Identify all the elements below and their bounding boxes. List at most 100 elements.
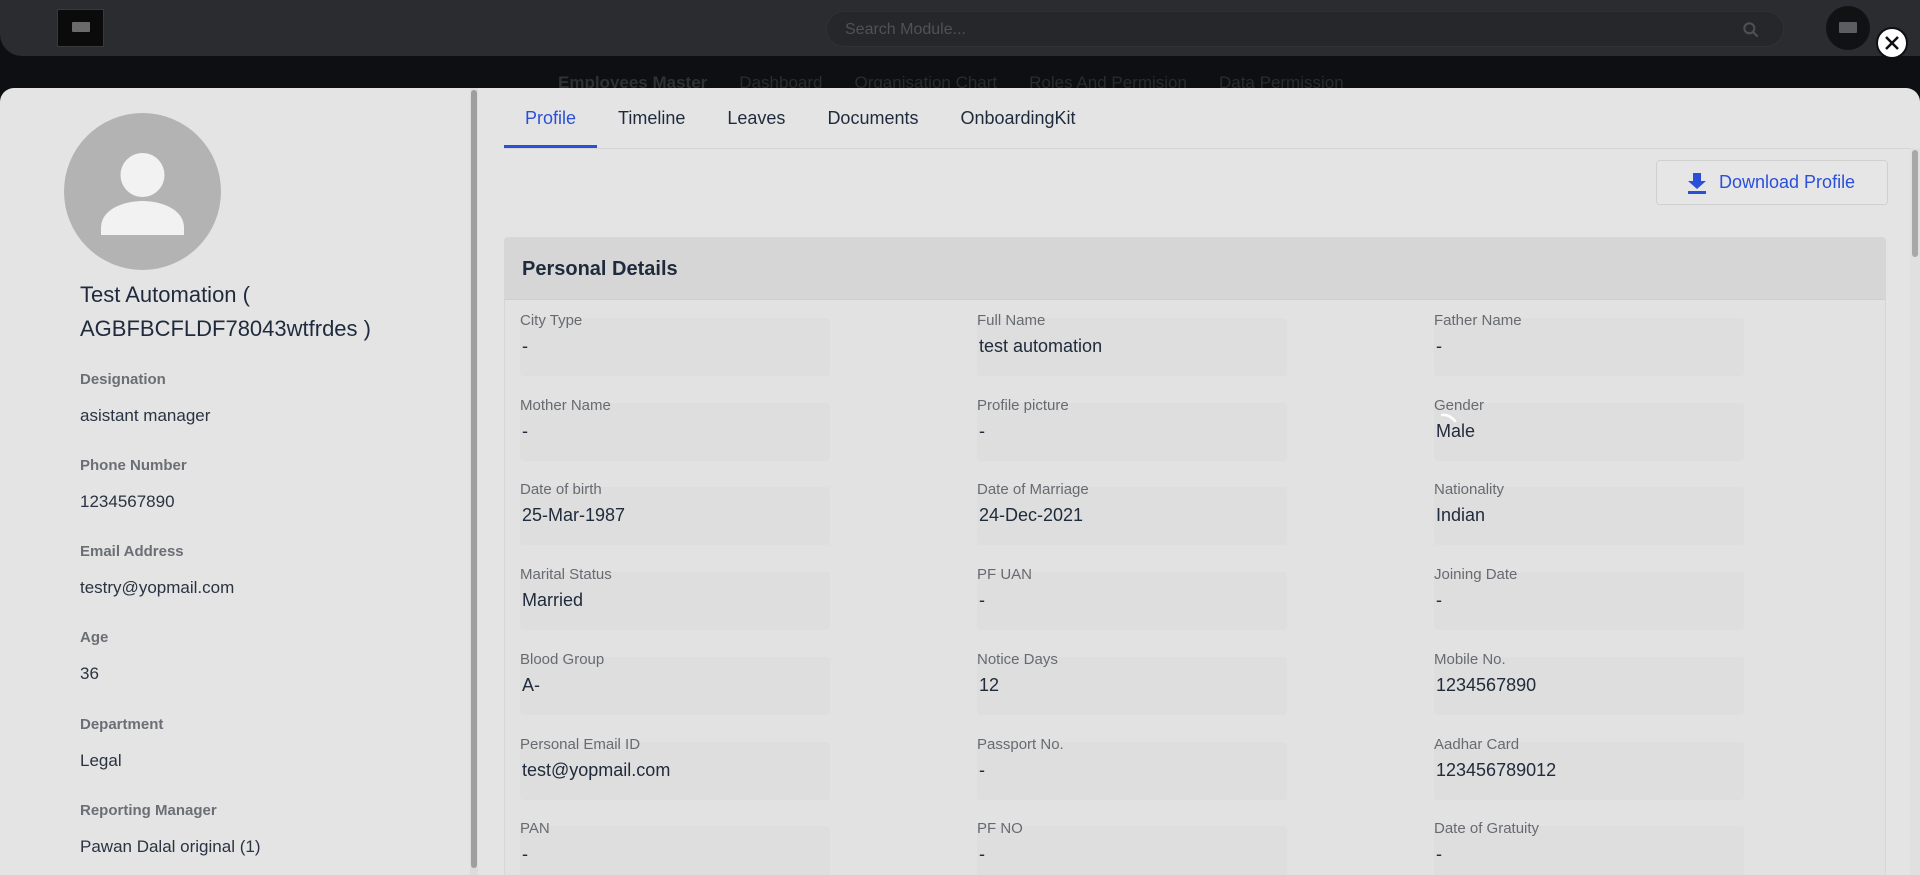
field-profile-picture-label: Profile picture (977, 397, 1069, 414)
field-notice-days: Notice Days 12 (977, 651, 1287, 715)
tabs-divider (504, 148, 1920, 149)
tab-timeline[interactable]: Timeline (597, 88, 706, 148)
email-field: Email Address testry@yopmail.com (80, 543, 234, 598)
field-nationality-label: Nationality (1434, 481, 1505, 498)
field-passport-no-label: Passport No. (977, 736, 1064, 753)
field-date-of-birth-label: Date of birth (520, 481, 602, 498)
field-mother-name-value: - (522, 421, 528, 441)
reporting-manager-field: Reporting Manager Pawan Dalal original (… (80, 802, 260, 857)
department-value: Legal (80, 751, 122, 770)
field-full-name-value: test automation (979, 336, 1103, 356)
field-full-name: Full Name test automation (977, 312, 1287, 376)
app-header (0, 0, 1920, 56)
search-bar[interactable] (826, 11, 1784, 47)
field-joining-date: Joining Date - (1434, 566, 1744, 630)
profile-content-panel: Profile Timeline Leaves Documents Onboar… (478, 88, 1920, 875)
right-scrollbar[interactable] (1910, 148, 1920, 875)
download-profile-label: Download Profile (1719, 172, 1856, 192)
employee-name: Test Automation ( AGBFBCFLDF78043wtfrdes… (80, 282, 371, 341)
field-passport-no-value: - (979, 760, 985, 780)
field-pan: PAN - (520, 820, 830, 875)
download-icon (1688, 172, 1706, 194)
tab-profile[interactable]: Profile (504, 88, 598, 148)
field-mother-name-label: Mother Name (520, 397, 611, 414)
field-blood-group-value: A- (522, 675, 540, 695)
field-marital-status: Marital Status Married (520, 566, 830, 630)
field-pf-uan-label: PF UAN (977, 566, 1033, 583)
tab-leaves[interactable]: Leaves (706, 88, 806, 148)
field-pf-no-label: PF NO (977, 820, 1023, 837)
left-scrollbar[interactable] (470, 88, 478, 875)
designation-label: Designation (80, 371, 166, 388)
field-date-of-gratuity: Date of Gratuity - (1434, 820, 1744, 875)
search-input[interactable] (845, 20, 1725, 40)
field-pan-label: PAN (520, 820, 550, 837)
field-marital-status-label: Marital Status (520, 566, 612, 583)
field-aadhar-card-value: 123456789012 (1436, 760, 1557, 780)
field-full-name-label: Full Name (977, 312, 1046, 329)
employee-profile-drawer: Test Automation ( AGBFBCFLDF78043wtfrdes… (0, 88, 1920, 875)
field-pan-value: - (522, 844, 528, 864)
phone-label: Phone Number (80, 457, 187, 474)
field-personal-email-id-value: test@yopmail.com (522, 760, 671, 780)
field-joining-date-label: Joining Date (1434, 566, 1518, 583)
tab-onboardingkit[interactable]: OnboardingKit (939, 88, 1096, 148)
field-father-name-label: Father Name (1434, 312, 1522, 329)
field-father-name-value: - (1436, 336, 1442, 356)
field-date-of-birth: Date of birth 25-Mar-1987 (520, 481, 830, 545)
search-icon[interactable] (1741, 20, 1761, 40)
field-marital-status-value: Married (522, 590, 584, 610)
user-avatar[interactable] (1826, 6, 1870, 50)
field-date-of-birth-value: 25-Mar-1987 (522, 505, 626, 525)
field-date-of-marriage: Date of Marriage 24-Dec-2021 (977, 481, 1287, 545)
field-pf-no-value: - (979, 844, 985, 864)
phone-value: 1234567890 (80, 492, 175, 511)
field-gender: Gender Male (1434, 397, 1744, 461)
employee-summary-panel: Test Automation ( AGBFBCFLDF78043wtfrdes… (0, 88, 470, 875)
field-pan-box (520, 826, 830, 875)
field-gender-label: Gender (1434, 397, 1485, 414)
field-notice-days-label: Notice Days (977, 651, 1058, 668)
field-profile-picture: Profile picture - (977, 397, 1287, 461)
field-notice-days-value: 12 (979, 675, 1000, 695)
email-label: Email Address (80, 543, 184, 560)
field-aadhar-card-label: Aadhar Card (1434, 736, 1520, 753)
field-date-of-marriage-value: 24-Dec-2021 (979, 505, 1084, 525)
reporting-manager-label: Reporting Manager (80, 802, 217, 819)
field-city-type-value: - (522, 336, 528, 356)
app-logo[interactable] (57, 9, 104, 47)
field-blood-group: Blood Group A- (520, 651, 830, 715)
field-pf-no-box (977, 826, 1287, 875)
close-button[interactable] (1876, 27, 1908, 59)
field-pf-no: PF NO - (977, 820, 1287, 875)
designation-field: Designation asistant manager (80, 371, 210, 426)
reporting-manager-value: Pawan Dalal original (1) (80, 837, 261, 856)
profile-tabs: Profile Timeline Leaves Documents Onboar… (504, 88, 1097, 148)
field-mobile-no-value: 1234567890 (1436, 675, 1537, 695)
field-date-of-marriage-label: Date of Marriage (977, 481, 1089, 498)
field-passport-no: Passport No. - (977, 736, 1287, 800)
field-nationality-value: Indian (1436, 505, 1486, 525)
field-personal-email-id-label: Personal Email ID (520, 736, 641, 753)
field-father-name: Father Name - (1434, 312, 1744, 376)
designation-value: asistant manager (80, 406, 211, 425)
tab-documents[interactable]: Documents (806, 88, 939, 148)
field-date-of-gratuity-value: - (1436, 844, 1442, 864)
personal-details-title: Personal Details (505, 238, 1885, 300)
age-field: Age 36 (80, 629, 108, 684)
person-icon (101, 153, 184, 235)
field-city-type: City Type - (520, 312, 830, 376)
field-mobile-no: Mobile No. 1234567890 (1434, 651, 1744, 715)
field-aadhar-card: Aadhar Card 123456789012 (1434, 736, 1744, 800)
field-nationality: Nationality Indian (1434, 481, 1744, 545)
field-gender-value: Male (1436, 421, 1476, 441)
age-value: 36 (80, 664, 99, 683)
field-profile-picture-value: - (979, 421, 985, 441)
department-field: Department Legal (80, 716, 163, 771)
field-personal-email-id: Personal Email ID test@yopmail.com (520, 736, 830, 800)
right-scrollbar-thumb[interactable] (1912, 150, 1918, 257)
download-profile-button[interactable]: Download Profile (1656, 160, 1888, 205)
department-label: Department (80, 716, 164, 733)
left-scrollbar-thumb[interactable] (471, 90, 477, 868)
field-joining-date-value: - (1436, 590, 1442, 610)
